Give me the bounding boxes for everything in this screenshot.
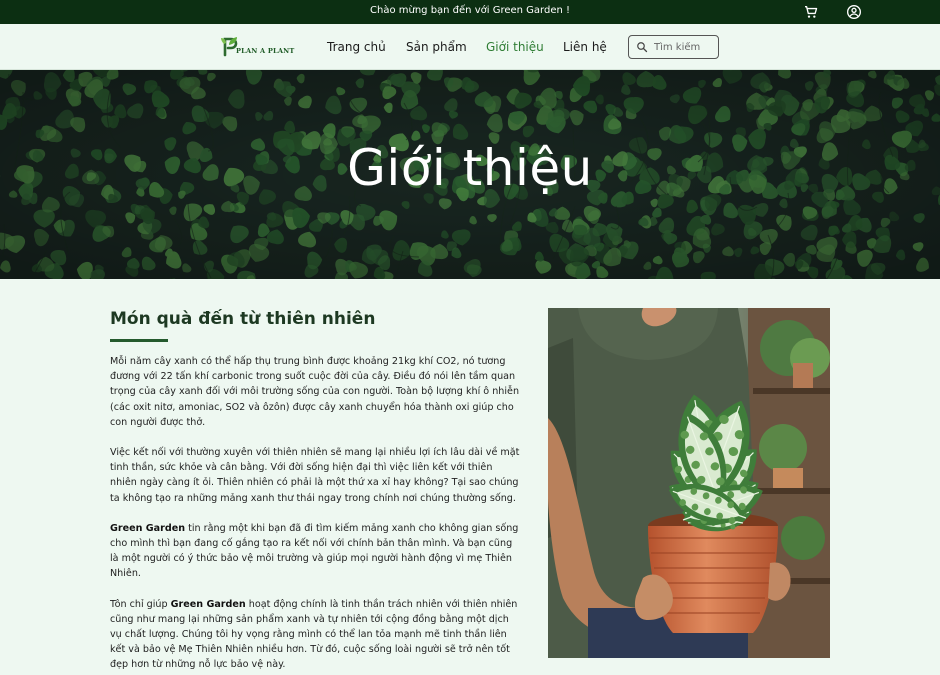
search-input[interactable] xyxy=(654,39,716,55)
logo-wordmark: PLAN A PLANT xyxy=(236,47,295,55)
hero-banner: Giới thiệu xyxy=(0,70,940,279)
hero-title: Giới thiệu xyxy=(347,139,593,197)
nav-link-about[interactable]: Giới thiệu xyxy=(486,40,544,54)
about-paragraph-3: Green Garden tin rằng một khi bạn đã đi … xyxy=(110,521,522,582)
main-navigation: PLAN A PLANT Trang chủ Sản phẩm Giới thi… xyxy=(0,24,940,70)
shopping-cart-icon[interactable] xyxy=(803,4,819,20)
brand-name-bold: Green Garden xyxy=(110,522,186,534)
paragraph-4-lead: Tôn chỉ giúp xyxy=(110,598,171,610)
nav-link-products[interactable]: Sản phẩm xyxy=(406,40,467,54)
title-underline xyxy=(110,339,168,342)
nav-link-contact[interactable]: Liên hệ xyxy=(563,40,607,54)
section-title: Món quà đến từ thiên nhiên xyxy=(110,309,376,329)
about-paragraph-4: Tôn chỉ giúp Green Garden hoạt động chín… xyxy=(110,597,522,673)
top-announcement-bar: Chào mừng bạn đến với Green Garden ! xyxy=(0,0,940,24)
about-section: Món quà đến từ thiên nhiên Mỗi năm cây x… xyxy=(110,309,522,673)
about-paragraph-1: Mỗi năm cây xanh có thể hấp thụ trung bì… xyxy=(110,356,520,428)
brand-name-bold: Green Garden xyxy=(170,598,246,610)
plant-photo xyxy=(548,308,830,658)
brand-logo[interactable]: PLAN A PLANT xyxy=(220,35,295,59)
search-box[interactable] xyxy=(628,35,719,59)
person-holding-plant-image xyxy=(548,308,830,658)
about-paragraph-2: Việc kết nối với thường xuyên với thiên … xyxy=(110,447,520,504)
account-circle-icon[interactable] xyxy=(846,4,862,20)
welcome-message: Chào mừng bạn đến với Green Garden ! xyxy=(370,5,570,16)
search-icon[interactable] xyxy=(636,41,648,53)
nav-link-home[interactable]: Trang chủ xyxy=(327,40,386,54)
